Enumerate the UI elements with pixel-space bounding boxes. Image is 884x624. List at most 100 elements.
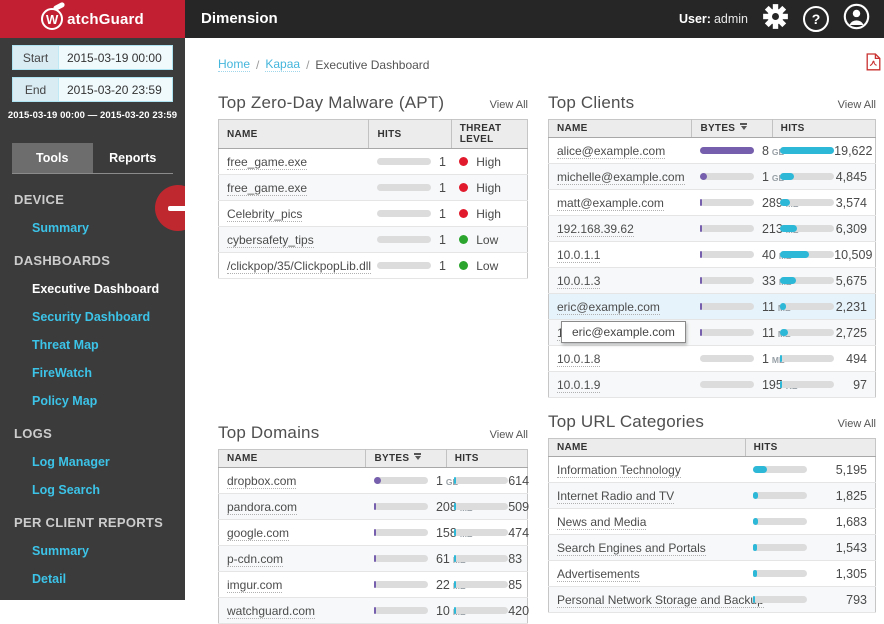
row-link[interactable]: 10.0.1.8 [557, 352, 600, 367]
row-link[interactable]: /clickpop/35/ClickpopLib.dll [227, 259, 371, 274]
row-link[interactable]: 10.0.1.1 [557, 248, 600, 263]
row-link[interactable]: pandora.com [227, 500, 297, 515]
gear-icon [762, 3, 789, 35]
panel-top-clients: Top Clients View All NAMEBYTESHITSalice@… [548, 93, 876, 398]
sidebar-item-firewatch[interactable]: FireWatch [32, 366, 185, 380]
tab-reports[interactable]: Reports [93, 143, 174, 173]
row-link[interactable]: eric@example.com [557, 300, 660, 315]
bytes-cell: 11MB [692, 294, 772, 320]
row-link[interactable]: watchguard.com [227, 604, 315, 619]
sidebar-item-policy-map[interactable]: Policy Map [32, 394, 185, 408]
column-header-name: NAME [219, 450, 366, 468]
row-link[interactable]: 192.168.39.62 [557, 222, 634, 237]
row-link[interactable]: free_game.exe [227, 181, 307, 196]
row-link[interactable]: News and Media [557, 515, 646, 530]
hits-cell: 85 [446, 572, 527, 598]
name-cell: 10.0.1.8 [549, 346, 692, 372]
view-all-link[interactable]: View All [838, 418, 876, 430]
sidebar-item-summary[interactable]: Summary [32, 544, 185, 558]
end-date-value[interactable]: 2015-03-20 23:59 [59, 78, 172, 101]
export-pdf-button[interactable] [866, 53, 881, 76]
view-all-link[interactable]: View All [838, 99, 876, 111]
row-link[interactable]: Advertisements [557, 567, 640, 582]
sidebar-item-executive-dashboard[interactable]: Executive Dashboard [32, 282, 185, 296]
hits-bar-wrap: 19,622 [780, 144, 867, 158]
panel-title: Top URL Categories [548, 412, 704, 432]
row-link[interactable]: dropbox.com [227, 474, 296, 489]
row-link[interactable]: Search Engines and Portals [557, 541, 706, 556]
table-row: pandora.com208MB509 [219, 494, 528, 520]
hits-cell: 1,683 [745, 509, 875, 535]
start-date-label: Start [13, 46, 59, 69]
sidebar-item-security-dashboard[interactable]: Security Dashboard [32, 310, 185, 324]
row-link[interactable]: free_game.exe [227, 155, 307, 170]
hits-cell: 1,543 [745, 535, 875, 561]
sidebar-item-threat-map[interactable]: Threat Map [32, 338, 185, 352]
bytes-bar-wrap: 1MB [700, 352, 764, 366]
bytes-bar-wrap: 11MB [700, 326, 764, 340]
name-cell: michelle@example.com [549, 164, 692, 190]
row-link[interactable]: p-cdn.com [227, 552, 283, 567]
row-link[interactable]: Internet Radio and TV [557, 489, 674, 504]
panel-title: Top Zero-Day Malware (APT) [218, 93, 444, 113]
threat-wrap: Low [459, 259, 519, 273]
hits-bar [377, 158, 431, 165]
row-link[interactable]: google.com [227, 526, 289, 541]
name-cell: News and Media [549, 509, 746, 535]
bytes-bar [700, 355, 754, 362]
account-button[interactable] [843, 3, 870, 35]
row-link[interactable]: Celebrity_pics [227, 207, 302, 222]
row-link[interactable]: matt@example.com [557, 196, 664, 211]
breadcrumb-home[interactable]: Home [218, 57, 250, 72]
name-cell: google.com [219, 520, 366, 546]
tab-tools[interactable]: Tools [12, 143, 93, 173]
table-row: matt@example.com289MB3,574 [549, 190, 876, 216]
hits-bar [780, 277, 834, 284]
bytes-bar-wrap: 289MB [700, 196, 764, 210]
hits-bar-wrap: 614 [454, 474, 519, 488]
row-link[interactable]: Personal Network Storage and Backup [557, 593, 764, 608]
column-header-bytes[interactable]: BYTES [692, 120, 772, 138]
sort-icon [414, 453, 421, 460]
bytes-cell: 61MB [366, 546, 446, 572]
bytes-bar [374, 503, 428, 510]
bytes-bar-wrap: 195KB [700, 378, 764, 392]
sidebar-item-detail[interactable]: Detail [32, 572, 185, 586]
bytes-bar [700, 147, 754, 154]
sidebar-item-log-manager[interactable]: Log Manager [32, 455, 185, 469]
row-link[interactable]: michelle@example.com [557, 170, 685, 185]
sidebar-item-log-search[interactable]: Log Search [32, 483, 185, 497]
hits-bar [454, 477, 508, 484]
row-link[interactable]: 10.0.1.3 [557, 274, 600, 289]
column-header-name: NAME [549, 439, 746, 457]
hits-bar [780, 147, 834, 154]
help-button[interactable]: ? [803, 6, 829, 32]
table-row: dropbox.com1GB614 [219, 468, 528, 494]
table-row: free_game.exe1High [219, 149, 528, 175]
user-icon [843, 3, 870, 35]
row-link[interactable]: Information Technology [557, 463, 681, 478]
hits-value: 509 [508, 500, 529, 514]
hits-bar-wrap: 5,195 [753, 463, 867, 477]
threat-wrap: High [459, 207, 519, 221]
column-header-bytes[interactable]: BYTES [366, 450, 446, 468]
table-row: cybersafety_tips1Low [219, 227, 528, 253]
table-row: 192.168.39.62213MB6,309 [549, 216, 876, 242]
hits-cell: 1,825 [745, 483, 875, 509]
settings-button[interactable] [762, 3, 789, 35]
bytes-bar-wrap: 1GB [700, 170, 764, 184]
end-date-field[interactable]: End 2015-03-20 23:59 [12, 77, 173, 102]
row-link[interactable]: alice@example.com [557, 144, 665, 159]
view-all-link[interactable]: View All [490, 429, 528, 441]
bytes-bar [700, 303, 754, 310]
hits-value: 10,509 [834, 248, 872, 262]
row-link[interactable]: 10.0.1.9 [557, 378, 600, 393]
start-date-value[interactable]: 2015-03-19 00:00 [59, 46, 172, 69]
row-link[interactable]: cybersafety_tips [227, 233, 314, 248]
bytes-bar-wrap: 33MB [700, 274, 764, 288]
hits-bar-wrap: 1 [377, 233, 443, 247]
view-all-link[interactable]: View All [490, 99, 528, 111]
row-link[interactable]: imgur.com [227, 578, 282, 593]
start-date-field[interactable]: Start 2015-03-19 00:00 [12, 45, 173, 70]
breadcrumb-kapaa[interactable]: Kapaa [265, 57, 300, 72]
